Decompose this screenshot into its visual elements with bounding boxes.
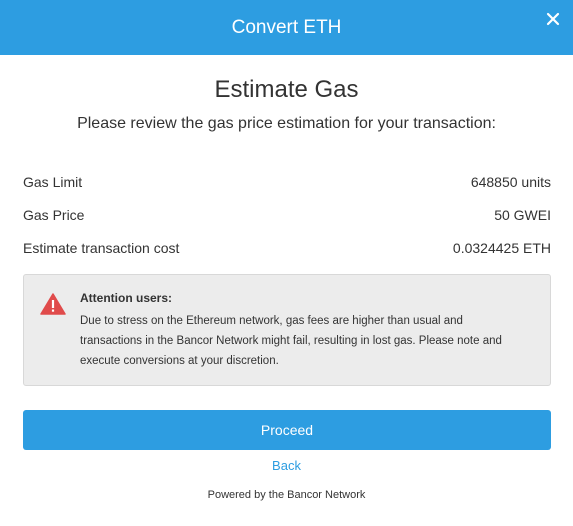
back-link[interactable]: Back [0,458,573,473]
warning-icon [40,293,66,315]
alert-line: Due to stress on the Ethereum network, g… [80,315,463,327]
gas-limit-row: Gas Limit 648850 units [23,165,551,198]
gas-price-label: Gas Price [23,206,85,223]
powered-by-footer: Powered by the Bancor Network [207,489,366,501]
page-subtitle: Please review the gas price estimation f… [77,115,496,132]
modal-header: Convert ETH [0,0,573,55]
transaction-cost-row: Estimate transaction cost 0.0324425 ETH [23,231,551,264]
gas-limit-value: 648850 units [470,173,551,190]
gas-price-value: 50 GWEI [494,206,551,223]
proceed-button[interactable]: Proceed [23,410,551,450]
alert-line: execute conversions at your discretion. [80,355,279,367]
alert-line: transactions in the Bancor Network might… [80,335,502,347]
alert-message: Due to stress on the Ethereum network, g… [80,311,530,371]
transaction-cost-label: Estimate transaction cost [23,239,180,256]
page-title: Estimate Gas [214,76,359,103]
transaction-cost-value: 0.0324425 ETH [452,239,551,256]
attention-alert: Attention users: Due to stress on the Et… [23,274,551,386]
gas-price-row: Gas Price 50 GWEI [23,198,551,231]
gas-estimate-list: Gas Limit 648850 units Gas Price 50 GWEI… [23,165,551,264]
close-icon[interactable] [543,9,563,29]
alert-heading: Attention users: [80,291,173,305]
modal-title: Convert ETH [231,16,342,38]
gas-limit-label: Gas Limit [23,173,83,190]
close-button[interactable] [543,9,563,29]
